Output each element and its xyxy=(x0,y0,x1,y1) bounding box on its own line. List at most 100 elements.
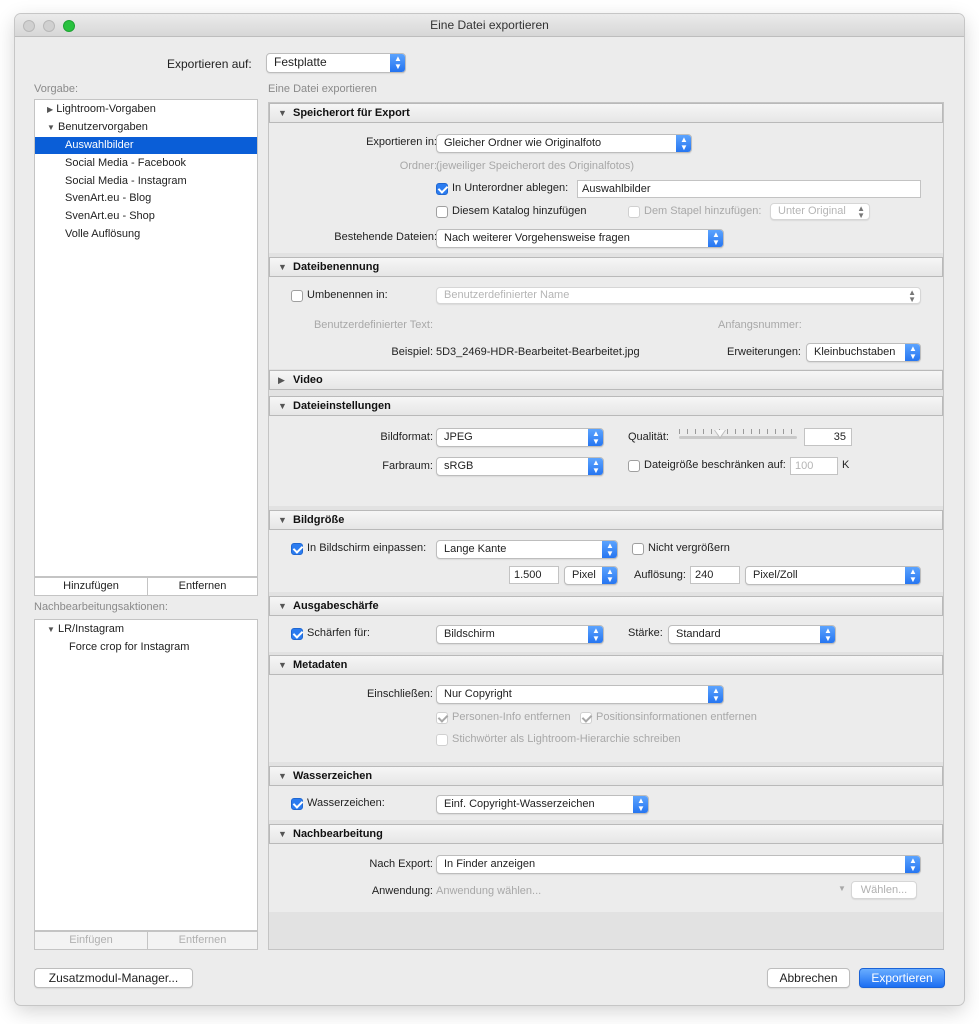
amount-select[interactable]: Standard ▲ ▼ xyxy=(668,625,836,644)
choose-application-button[interactable]: Wählen... xyxy=(851,881,917,899)
remove-preset-button[interactable]: Entfernen xyxy=(148,578,257,595)
resolution-unit-select[interactable]: Pixel/Zoll ▲ ▼ xyxy=(745,566,921,585)
section-title: Ausgabeschärfe xyxy=(293,600,379,612)
preset-item-blog[interactable]: SvenArt.eu - Blog xyxy=(35,190,257,207)
section-header-watermark[interactable]: ▼ Wasserzeichen xyxy=(269,766,943,786)
rename-checkbox[interactable] xyxy=(291,290,303,302)
rename-template-value: Benutzerdefinierter Name xyxy=(444,289,570,301)
application-input[interactable]: Anwendung wählen... xyxy=(436,885,541,897)
export-to-label: Exportieren auf: xyxy=(167,57,252,71)
section-title: Wasserzeichen xyxy=(293,770,373,782)
watermark-label: Wasserzeichen: xyxy=(307,797,385,809)
format-value: JPEG xyxy=(444,431,473,443)
chevron-updown-icon: ▲ ▼ xyxy=(905,567,920,584)
quality-slider-knob[interactable] xyxy=(714,430,727,439)
preset-item-facebook[interactable]: Social Media - Facebook xyxy=(35,155,257,172)
section-title: Dateibenennung xyxy=(293,261,380,273)
post-action-item[interactable]: Force crop for Instagram xyxy=(35,639,257,656)
quality-input[interactable]: 35 xyxy=(804,428,852,446)
extensions-select[interactable]: Kleinbuchstaben ▲ ▼ xyxy=(806,343,921,362)
resolution-unit-value: Pixel/Zoll xyxy=(753,569,798,581)
limit-size-checkbox[interactable] xyxy=(628,460,640,472)
add-to-stack-checkbox[interactable] xyxy=(628,206,640,218)
section-header-image-size[interactable]: ▼ Bildgröße xyxy=(269,510,943,530)
extensions-label: Erweiterungen: xyxy=(727,346,801,358)
chevron-updown-icon: ▲ ▼ xyxy=(602,567,617,584)
section-header-file-settings[interactable]: ▼ Dateieinstellungen xyxy=(269,396,943,416)
remove-person-info-checkbox[interactable] xyxy=(436,712,448,724)
existing-files-select[interactable]: Nach weiterer Vorgehensweise fragen ▲ ▼ xyxy=(436,229,724,248)
chevron-updown-icon: ▲ ▼ xyxy=(905,344,920,361)
include-label: Einschließen: xyxy=(366,688,433,700)
section-header-metadata[interactable]: ▼ Metadaten xyxy=(269,655,943,675)
cancel-button[interactable]: Abbrechen xyxy=(767,968,850,988)
preset-item-shop[interactable]: SvenArt.eu - Shop xyxy=(35,208,257,225)
export-in-select[interactable]: Gleicher Ordner wie Originalfoto ▲ ▼ xyxy=(436,134,692,153)
chevron-updown-icon: ▲ ▼ xyxy=(676,135,691,152)
existing-files-label: Bestehende Dateien: xyxy=(334,231,437,243)
keywords-hierarchy-checkbox[interactable] xyxy=(436,734,448,746)
zoom-window-button[interactable] xyxy=(63,20,75,32)
add-to-catalog-checkbox[interactable] xyxy=(436,206,448,218)
quality-slider-ticks xyxy=(679,429,797,434)
resolution-input[interactable]: 240 xyxy=(690,566,740,584)
insert-action-button[interactable]: Einfügen xyxy=(35,932,147,949)
preset-item-full-resolution[interactable]: Volle Auflösung xyxy=(35,226,257,243)
watermark-checkbox[interactable] xyxy=(291,798,303,810)
section-header-sharpening[interactable]: ▼ Ausgabeschärfe xyxy=(269,596,943,616)
after-export-label: Nach Export: xyxy=(369,858,433,870)
dropdown-arrow-icon[interactable]: ▼ xyxy=(838,884,846,893)
size-unit-select[interactable]: Pixel ▲ ▼ xyxy=(564,566,618,585)
post-actions-label: Nachbearbeitungsaktionen: xyxy=(34,601,168,613)
fit-screen-checkbox[interactable] xyxy=(291,543,303,555)
subfolder-input[interactable]: Auswahlbilder xyxy=(577,180,921,198)
amount-value: Standard xyxy=(676,628,721,640)
remove-action-button[interactable]: Entfernen xyxy=(148,932,257,949)
post-actions-button-bar: Einfügen Entfernen xyxy=(34,931,258,950)
preset-item-auswahlbilder[interactable]: Auswahlbilder xyxy=(35,137,257,154)
no-enlarge-checkbox[interactable] xyxy=(632,543,644,555)
include-select[interactable]: Nur Copyright ▲ ▼ xyxy=(436,685,724,704)
section-title: Metadaten xyxy=(293,659,348,671)
close-window-button[interactable] xyxy=(23,20,35,32)
format-select[interactable]: JPEG ▲ ▼ xyxy=(436,428,604,447)
watermark-select[interactable]: Einf. Copyright-Wasserzeichen ▲ ▼ xyxy=(436,795,649,814)
add-preset-button[interactable]: Hinzufügen xyxy=(35,578,147,595)
application-label: Anwendung: xyxy=(371,885,433,897)
preset-item-instagram[interactable]: Social Media - Instagram xyxy=(35,173,257,190)
colorspace-select[interactable]: sRGB ▲ ▼ xyxy=(436,457,604,476)
post-action-group[interactable]: ▼ LR/Instagram xyxy=(35,621,257,638)
colorspace-value: sRGB xyxy=(444,460,474,472)
rename-template-select[interactable]: Benutzerdefinierter Name ▲ ▼ xyxy=(436,287,921,304)
stack-position-select[interactable]: Unter Original ▲ ▼ xyxy=(770,203,870,220)
export-to-select[interactable]: Festplatte ▲ ▼ xyxy=(266,53,406,73)
size-input[interactable]: 1.500 xyxy=(509,566,559,584)
section-header-post-processing[interactable]: ▼ Nachbearbeitung xyxy=(269,824,943,844)
preset-group-user[interactable]: ▼ Benutzervorgaben xyxy=(35,119,257,136)
section-title: Bildgröße xyxy=(293,514,345,526)
after-export-select[interactable]: In Finder anzeigen ▲ ▼ xyxy=(436,855,921,874)
fit-screen-label: In Bildschirm einpassen: xyxy=(307,542,427,554)
limit-size-input[interactable]: 100 xyxy=(790,457,838,475)
existing-files-value: Nach weiterer Vorgehensweise fragen xyxy=(444,232,630,244)
chevron-updown-icon: ▲ ▼ xyxy=(633,796,648,813)
quality-slider[interactable] xyxy=(679,436,797,439)
triangle-down-icon: ▼ xyxy=(278,829,287,839)
subfolder-checkbox[interactable] xyxy=(436,183,448,195)
section-body-file-settings: Bildformat: JPEG ▲ ▼ Qualität: 35 Farbrau… xyxy=(269,416,943,506)
subfolder-label: In Unterordner ablegen: xyxy=(452,182,569,194)
sharpen-checkbox[interactable] xyxy=(291,628,303,640)
plugin-manager-button[interactable]: Zusatzmodul-Manager... xyxy=(34,968,193,988)
sharpen-for-select[interactable]: Bildschirm ▲ ▼ xyxy=(436,625,604,644)
section-body-watermark: Wasserzeichen: Einf. Copyright-Wasserzei… xyxy=(269,786,943,820)
preset-group-lightroom[interactable]: ▶ Lightroom-Vorgaben xyxy=(35,101,257,118)
fit-mode-select[interactable]: Lange Kante ▲ ▼ xyxy=(436,540,618,559)
remove-location-checkbox[interactable] xyxy=(580,712,592,724)
section-header-naming[interactable]: ▼ Dateibenennung xyxy=(269,257,943,277)
triangle-down-icon: ▼ xyxy=(278,515,287,525)
minimize-window-button[interactable] xyxy=(43,20,55,32)
section-header-location[interactable]: ▼ Speicherort für Export xyxy=(269,103,943,123)
export-button[interactable]: Exportieren xyxy=(859,968,945,988)
section-title: Video xyxy=(293,374,323,386)
section-header-video[interactable]: ▶ Video xyxy=(269,370,943,390)
